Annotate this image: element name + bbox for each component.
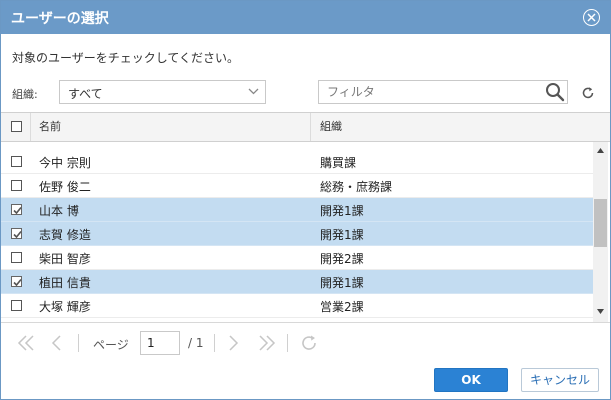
page-total: / 1 [188, 336, 204, 350]
prev-page-icon[interactable] [49, 333, 63, 353]
last-page-icon[interactable] [257, 333, 277, 353]
user-grid: 名前 組織 今中 宗則 購買課 佐野 俊二 総務・庶務課 山本 博 開発1課 志… [1, 112, 610, 322]
check-icon [13, 230, 22, 239]
row-name: 植田 信貴 [39, 276, 91, 290]
row-checkbox[interactable] [11, 300, 22, 311]
instruction-text: 対象のユーザーをチェックしてください。 [12, 51, 240, 65]
table-row[interactable]: 佐野 俊二 総務・庶務課 [1, 174, 593, 198]
scrollbar-thumb[interactable] [594, 199, 607, 247]
dialog-titlebar[interactable]: ユーザーの選択 [1, 1, 610, 34]
row-name: 志賀 修造 [39, 228, 91, 242]
header-divider [30, 113, 31, 141]
row-name: 柴田 智彦 [39, 252, 91, 266]
row-name: 佐野 俊二 [39, 180, 91, 194]
pager-separator [78, 334, 79, 352]
pager-separator [287, 334, 288, 352]
table-row[interactable]: 柴田 智彦 開発2課 [1, 246, 593, 270]
dialog-title: ユーザーの選択 [11, 11, 109, 27]
row-checkbox[interactable] [11, 180, 22, 191]
row-org: 開発1課 [320, 276, 364, 290]
close-icon[interactable] [583, 9, 600, 26]
org-label: 組織: [12, 88, 38, 101]
table-row[interactable]: 志賀 修造 開発1課 [1, 222, 593, 246]
refresh-page-icon[interactable] [299, 333, 319, 353]
column-header-name[interactable]: 名前 [39, 113, 61, 141]
cancel-button[interactable]: キャンセル [521, 368, 599, 392]
row-org: 総務・庶務課 [320, 180, 393, 194]
org-select[interactable]: すべて [59, 80, 266, 104]
search-icon[interactable] [545, 82, 565, 102]
row-checkbox[interactable] [11, 252, 22, 263]
check-icon [13, 278, 22, 287]
column-header-org[interactable]: 組織 [320, 113, 342, 141]
row-checkbox[interactable] [11, 156, 22, 167]
row-org: 購買課 [320, 156, 357, 170]
row-checkbox[interactable] [11, 204, 22, 215]
chevron-down-icon [248, 88, 259, 95]
table-row[interactable]: 山本 博 開発1課 [1, 198, 593, 222]
select-all-checkbox[interactable] [11, 121, 22, 132]
row-org: 開発2課 [320, 252, 364, 266]
filter-input[interactable] [318, 80, 568, 104]
page-number-input[interactable] [140, 331, 180, 355]
table-row[interactable]: 大塚 輝彦 営業2課 [1, 294, 593, 318]
page-label: ページ [93, 338, 129, 352]
vertical-scrollbar[interactable] [593, 142, 608, 322]
row-name: 今中 宗則 [39, 156, 91, 170]
scroll-up-icon[interactable] [597, 148, 604, 153]
header-divider [310, 113, 311, 141]
row-org: 開発1課 [320, 204, 364, 218]
row-org: 開発1課 [320, 228, 364, 242]
pager-separator [214, 334, 215, 352]
pager: ページ / 1 [1, 322, 610, 362]
scroll-down-icon[interactable] [597, 309, 604, 314]
user-select-dialog: ユーザーの選択 対象のユーザーをチェックしてください。 組織: すべて 名前 組… [0, 0, 611, 400]
refresh-icon[interactable] [581, 86, 595, 100]
row-checkbox[interactable] [11, 228, 22, 239]
row-org: 営業2課 [320, 300, 364, 314]
first-page-icon[interactable] [16, 333, 36, 353]
org-select-value: すべて [68, 87, 103, 101]
ok-button[interactable]: OK [434, 368, 508, 392]
row-checkbox[interactable] [11, 276, 22, 287]
grid-header: 名前 組織 [1, 113, 610, 142]
grid-rows: 今中 宗則 購買課 佐野 俊二 総務・庶務課 山本 博 開発1課 志賀 修造 開… [1, 150, 593, 322]
row-name: 大塚 輝彦 [39, 300, 91, 314]
check-icon [13, 206, 22, 215]
table-row[interactable]: 今中 宗則 購買課 [1, 150, 593, 174]
table-row[interactable]: 植田 信貴 開発1課 [1, 270, 593, 294]
next-page-icon[interactable] [227, 333, 241, 353]
row-name: 山本 博 [39, 204, 79, 218]
